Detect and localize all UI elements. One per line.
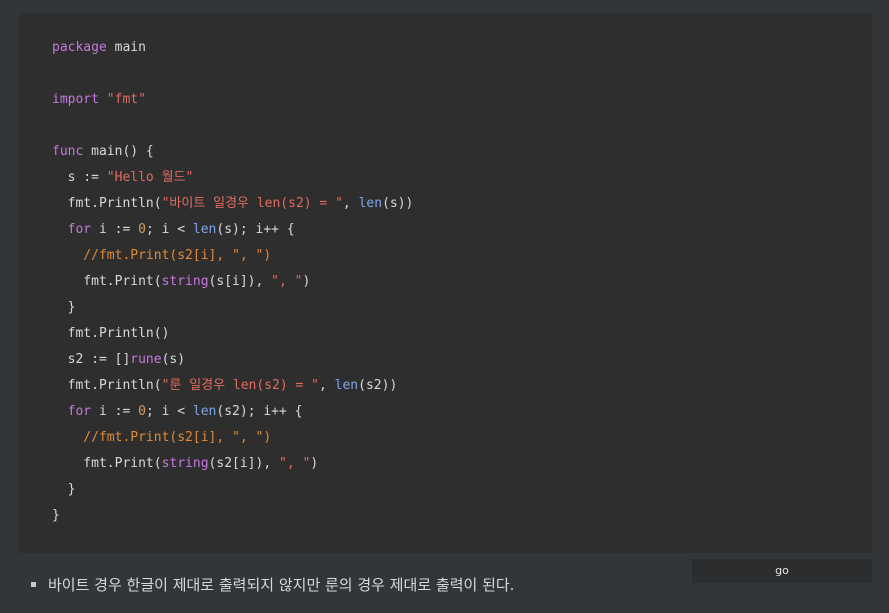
- code-token: (s2); i++ {: [216, 404, 303, 419]
- code-token: rune: [130, 352, 162, 367]
- code-line: import "fmt": [18, 87, 872, 113]
- code-token: fmt.Print(: [52, 456, 162, 471]
- code-token: ,: [319, 378, 335, 393]
- code-token: fmt.Println(: [52, 196, 162, 211]
- code-token: //fmt.Print(s2[i], ", "): [52, 430, 272, 445]
- code-line: for i := 0; i < len(s); i++ {: [18, 217, 872, 243]
- code-token: ): [310, 456, 319, 471]
- code-token: (s[i]),: [208, 274, 272, 289]
- code-token: fmt.Print(: [52, 274, 162, 289]
- code-token: (s2[i]),: [208, 456, 279, 471]
- code-token: for: [67, 404, 92, 419]
- code-token: "바이트 일경우 len(s2) = ": [161, 196, 343, 211]
- code-token: string: [161, 456, 209, 471]
- bullet-icon: [31, 581, 36, 587]
- code-token: import: [52, 92, 99, 107]
- code-token: ; i <: [145, 404, 193, 419]
- code-token: s2 := []: [52, 352, 131, 367]
- code-token: len: [358, 196, 383, 211]
- code-line: fmt.Print(string(s[i]), ", "): [18, 269, 872, 295]
- code-line: for i := 0; i < len(s2); i++ {: [18, 399, 872, 425]
- code-token: fmt.Println(): [52, 326, 170, 341]
- code-line: }: [18, 295, 872, 321]
- code-line: }: [18, 477, 872, 503]
- list-item: 바이트 경우 한글이 제대로 출력되지 않지만 룬의 경우 제대로 출력이 된다…: [31, 572, 514, 596]
- code-block: package main import "fmt" func main() { …: [18, 13, 872, 553]
- code-token: func: [52, 144, 84, 159]
- code-token: "룬 일경우 len(s2) = ": [161, 378, 319, 393]
- code-token: //fmt.Print(s2[i], ", "): [52, 248, 272, 263]
- code-line: package main: [18, 35, 872, 61]
- code-token: package: [52, 40, 107, 55]
- code-line: fmt.Println("룬 일경우 len(s2) = ", len(s2)): [18, 373, 872, 399]
- code-line: s2 := []rune(s): [18, 347, 872, 373]
- code-token: 0: [138, 222, 146, 237]
- code-token: (s); i++ {: [216, 222, 295, 237]
- code-token: s :=: [52, 170, 107, 185]
- code-token: "fmt": [106, 92, 146, 107]
- code-token: }: [52, 482, 76, 497]
- code-line: }: [18, 503, 872, 529]
- code-token: len: [334, 378, 359, 393]
- code-line: func main() {: [18, 139, 872, 165]
- code-token: }: [52, 508, 60, 523]
- code-token: ", ": [279, 456, 311, 471]
- code-language-label: go: [692, 559, 872, 583]
- code-token: "Hello 월드": [106, 170, 194, 185]
- code-token: }: [52, 300, 76, 315]
- code-line: s := "Hello 월드": [18, 165, 872, 191]
- code-token: (s2)): [358, 378, 398, 393]
- code-token: main: [106, 40, 146, 55]
- code-token: main() {: [83, 144, 154, 159]
- code-token: ): [302, 274, 311, 289]
- code-token: (s): [161, 352, 186, 367]
- code-token: len: [192, 404, 217, 419]
- code-token: ; i <: [145, 222, 193, 237]
- code-token: string: [161, 274, 209, 289]
- code-line: fmt.Println("바이트 일경우 len(s2) = ", len(s)…: [18, 191, 872, 217]
- code-line: //fmt.Print(s2[i], ", "): [18, 243, 872, 269]
- code-token: fmt.Println(: [52, 378, 162, 393]
- code-token: 0: [138, 404, 146, 419]
- code-token: (s)): [382, 196, 414, 211]
- code-token: ", ": [271, 274, 303, 289]
- code-token: i :=: [91, 222, 139, 237]
- code-token: len: [192, 222, 217, 237]
- list-item-text: 바이트 경우 한글이 제대로 출력되지 않지만 룬의 경우 제대로 출력이 된다…: [48, 575, 515, 594]
- code-token: i :=: [91, 404, 139, 419]
- code-line: //fmt.Print(s2[i], ", "): [18, 425, 872, 451]
- code-line: fmt.Print(string(s2[i]), ", "): [18, 451, 872, 477]
- code-line: fmt.Println(): [18, 321, 872, 347]
- code-token: for: [67, 222, 92, 237]
- code-token: ,: [342, 196, 359, 211]
